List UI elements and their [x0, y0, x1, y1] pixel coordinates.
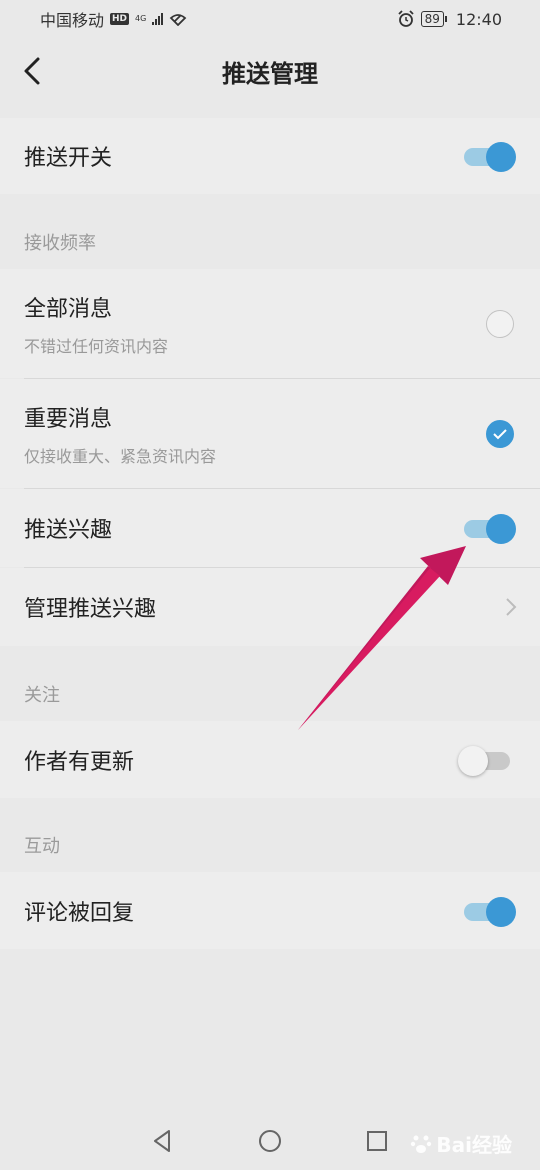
comment-reply-label: 评论被回复 — [24, 900, 135, 926]
header: 推送管理 — [0, 38, 540, 104]
back-arrow-icon[interactable] — [18, 55, 48, 87]
chevron-right-icon — [506, 598, 517, 616]
section-title-frequency: 接收频率 — [24, 233, 96, 254]
push-switch-label: 推送开关 — [24, 146, 113, 171]
toggle-knob — [458, 745, 488, 776]
all-messages-subtitle: 不错过任何资讯内容 — [24, 336, 169, 356]
carrier-name: 中国移动 — [40, 11, 105, 30]
page-title: 推送管理 — [222, 59, 318, 88]
battery-icon: 89 — [420, 11, 448, 27]
status-bar: 中国移动 HD 4G 89 12:40 — [0, 0, 540, 38]
nav-home-icon[interactable] — [256, 1127, 284, 1155]
watermark: Bai经验 — [410, 1129, 512, 1158]
important-messages-subtitle: 仅接收重大、紧急资讯内容 — [24, 446, 217, 466]
section-title-interaction: 互动 — [24, 836, 60, 857]
manage-interest-row[interactable]: 管理推送兴趣 — [0, 568, 540, 646]
section-title-follow: 关注 — [24, 685, 60, 706]
push-switch-row: 推送开关 — [0, 118, 540, 194]
important-messages-label: 重要消息 — [24, 406, 113, 432]
important-messages-radio[interactable] — [486, 419, 514, 448]
clock-time: 12:40 — [455, 9, 502, 29]
status-left: 中国移动 HD 4G — [40, 7, 187, 31]
nav-back-icon[interactable] — [149, 1127, 177, 1155]
toggle-knob — [486, 514, 516, 544]
push-interest-toggle[interactable] — [464, 514, 516, 544]
check-icon — [493, 428, 507, 439]
author-update-toggle[interactable] — [458, 745, 510, 776]
author-update-row: 作者有更新 — [0, 721, 540, 798]
network-type: 4G — [135, 14, 147, 23]
wifi-icon — [170, 14, 187, 26]
author-update-label: 作者有更新 — [24, 749, 135, 775]
important-messages-text: 重要消息 仅接收重大、紧急资讯内容 — [24, 401, 216, 467]
signal-icon — [152, 13, 164, 25]
manage-interest-label: 管理推送兴趣 — [24, 597, 157, 622]
alarm-icon — [397, 10, 414, 27]
comment-reply-toggle[interactable] — [464, 896, 516, 927]
push-interest-row: 推送兴趣 — [0, 489, 540, 567]
push-interest-label: 推送兴趣 — [24, 518, 113, 543]
push-switch-toggle[interactable] — [464, 142, 516, 172]
hd-badge: HD — [110, 13, 130, 25]
all-messages-row[interactable]: 全部消息 不错过任何资讯内容 — [0, 269, 540, 378]
toggle-knob — [486, 896, 516, 927]
all-messages-label: 全部消息 — [24, 296, 113, 322]
all-messages-radio[interactable] — [486, 309, 514, 338]
all-messages-text: 全部消息 不错过任何资讯内容 — [24, 291, 168, 357]
toggle-knob — [486, 142, 516, 172]
important-messages-row[interactable]: 重要消息 仅接收重大、紧急资讯内容 — [0, 379, 540, 488]
status-right: 89 12:40 — [397, 10, 502, 29]
nav-recents-icon[interactable] — [363, 1127, 391, 1155]
watermark-text: Bai经验 — [436, 1133, 512, 1157]
comment-reply-row: 评论被回复 — [0, 872, 540, 949]
paw-icon — [411, 1135, 432, 1153]
